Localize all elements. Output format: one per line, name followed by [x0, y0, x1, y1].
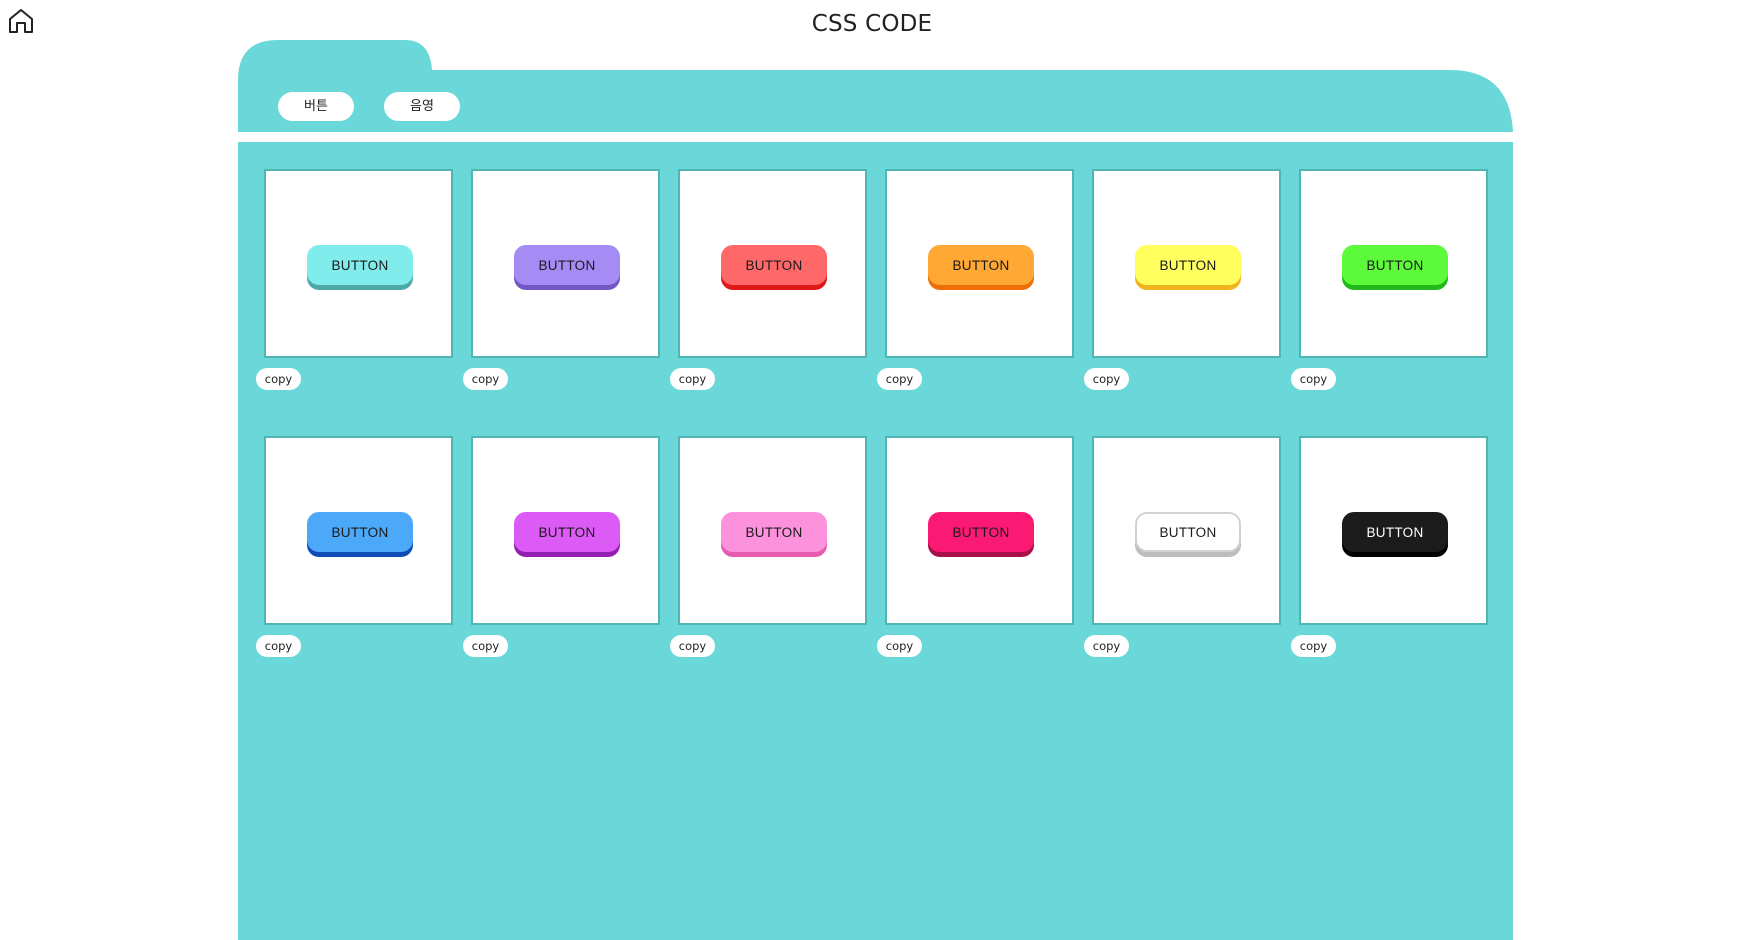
- button-preview-card: BUTTON: [678, 436, 867, 625]
- button-preview-card: BUTTON: [1299, 169, 1488, 358]
- button-preview-card: BUTTON: [1092, 436, 1281, 625]
- copy-button[interactable]: copy: [670, 635, 715, 657]
- button-preview-card: BUTTON: [678, 169, 867, 358]
- preview-button[interactable]: BUTTON: [1135, 512, 1241, 552]
- copy-button[interactable]: copy: [256, 368, 301, 390]
- button-preview-card: BUTTON: [885, 169, 1074, 358]
- copy-button[interactable]: copy: [256, 635, 301, 657]
- copy-button[interactable]: copy: [1291, 368, 1336, 390]
- copy-button[interactable]: copy: [463, 368, 508, 390]
- preview-button[interactable]: BUTTON: [1135, 245, 1241, 285]
- button-preview-card: BUTTON: [471, 169, 660, 358]
- preview-button[interactable]: BUTTON: [307, 245, 413, 285]
- preview-button[interactable]: BUTTON: [1342, 245, 1448, 285]
- preview-button[interactable]: BUTTON: [928, 245, 1034, 285]
- copy-button[interactable]: copy: [877, 368, 922, 390]
- copy-button[interactable]: copy: [463, 635, 508, 657]
- button-preview-card: BUTTON: [1092, 169, 1281, 358]
- page-title: CSS CODE: [811, 11, 933, 37]
- button-preview-card: BUTTON: [264, 169, 453, 358]
- tab-button-category[interactable]: 버튼: [278, 92, 354, 121]
- preview-button[interactable]: BUTTON: [307, 512, 413, 552]
- button-preview-card: BUTTON: [1299, 436, 1488, 625]
- copy-button[interactable]: copy: [1084, 635, 1129, 657]
- preview-button[interactable]: BUTTON: [721, 245, 827, 285]
- button-preview-card: BUTTON: [885, 436, 1074, 625]
- preview-button[interactable]: BUTTON: [1342, 512, 1448, 552]
- button-preview-card: BUTTON: [264, 436, 453, 625]
- preview-button[interactable]: BUTTON: [514, 245, 620, 285]
- copy-button[interactable]: copy: [1084, 368, 1129, 390]
- button-preview-card: BUTTON: [471, 436, 660, 625]
- copy-button[interactable]: copy: [877, 635, 922, 657]
- preview-button[interactable]: BUTTON: [721, 512, 827, 552]
- preview-button[interactable]: BUTTON: [514, 512, 620, 552]
- panel-divider: [238, 132, 1513, 142]
- preview-button[interactable]: BUTTON: [928, 512, 1034, 552]
- tab-shadow-category[interactable]: 음영: [384, 92, 460, 121]
- copy-button[interactable]: copy: [670, 368, 715, 390]
- copy-button[interactable]: copy: [1291, 635, 1336, 657]
